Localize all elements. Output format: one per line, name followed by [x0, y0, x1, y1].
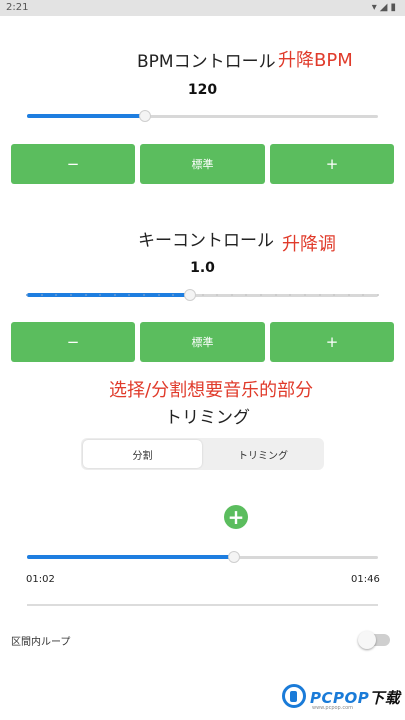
key-value: 1.0: [190, 260, 215, 276]
add-marker-button[interactable]: +: [224, 505, 248, 529]
bpm-slider-thumb[interactable]: [139, 110, 151, 122]
key-plus-button[interactable]: +: [270, 322, 394, 362]
key-slider-tick: [70, 294, 72, 296]
key-minus-button[interactable]: −: [11, 322, 135, 362]
key-slider-tick: [245, 294, 247, 296]
pcpop-watermark: PCPOP下载 www.pcpop.com: [280, 684, 405, 714]
signal-icon: ◢: [379, 2, 391, 13]
bpm-standard-button[interactable]: 標準: [140, 144, 265, 184]
position-slider[interactable]: [27, 550, 378, 564]
bpm-slider-fill: [27, 114, 145, 118]
key-slider-tick: [319, 294, 321, 296]
tab-trimming[interactable]: トリミング: [204, 440, 322, 468]
position-slider-fill: [27, 555, 234, 559]
key-slider-tick: [348, 294, 350, 296]
status-time: 2:21: [6, 2, 29, 13]
trim-annotation: 选择/分割想要音乐的部分: [109, 380, 314, 401]
key-slider-tick: [304, 294, 306, 296]
key-slider-tick: [275, 294, 277, 296]
key-slider[interactable]: [26, 288, 379, 302]
key-slider-tick: [362, 294, 364, 296]
key-slider-tick: [172, 294, 174, 296]
bpm-minus-button[interactable]: −: [11, 144, 135, 184]
bpm-title: BPMコントロール: [137, 52, 276, 72]
key-slider-tick: [114, 294, 116, 296]
key-slider-fill: [27, 293, 190, 297]
total-time: 01:46: [351, 574, 380, 585]
battery-icon: ▮: [390, 2, 399, 13]
bpm-slider[interactable]: [27, 109, 378, 123]
wifi-icon: ▾: [371, 2, 380, 13]
key-title: キーコントロール: [138, 231, 274, 251]
bpm-button-row: − 標準 +: [11, 144, 394, 184]
key-slider-tick: [26, 294, 28, 296]
current-time: 01:02: [26, 574, 55, 585]
key-slider-tick: [333, 294, 335, 296]
mode-toggle-group: 分割 トリミング: [81, 438, 324, 470]
key-slider-tick: [377, 294, 379, 296]
key-slider-thumb[interactable]: [184, 289, 196, 301]
status-bar: 2:21 ▾◢▮: [0, 0, 405, 16]
key-slider-tick: [55, 294, 57, 296]
key-slider-tick: [260, 294, 262, 296]
key-slider-tick: [143, 294, 145, 296]
divider: [27, 604, 378, 606]
bpm-value: 120: [187, 82, 218, 98]
loop-toggle-knob: [358, 631, 376, 649]
key-slider-tick: [289, 294, 291, 296]
key-slider-tick: [231, 294, 233, 296]
key-standard-button[interactable]: 標準: [140, 322, 265, 362]
tab-split[interactable]: 分割: [83, 440, 202, 468]
key-annotation: 升降调: [282, 234, 336, 255]
key-slider-tick: [128, 294, 130, 296]
position-slider-thumb[interactable]: [228, 551, 240, 563]
watermark-suffix: 下载: [369, 689, 401, 707]
loop-label: 区間内ループ: [11, 637, 71, 648]
key-slider-tick: [41, 294, 43, 296]
trim-title: トリミング: [165, 408, 250, 428]
loop-toggle[interactable]: [358, 630, 392, 650]
key-slider-tick: [202, 294, 204, 296]
key-slider-tick: [158, 294, 160, 296]
bpm-annotation: 升降BPM: [278, 50, 353, 71]
status-icons: ▾◢▮: [372, 2, 399, 13]
key-slider-tick: [99, 294, 101, 296]
key-slider-tick: [85, 294, 87, 296]
pcpop-logo-icon: [282, 684, 306, 708]
key-button-row: − 標準 +: [11, 322, 394, 362]
plus-icon: +: [227, 505, 245, 529]
watermark-sub: www.pcpop.com: [312, 705, 353, 711]
key-slider-tick: [216, 294, 218, 296]
bpm-plus-button[interactable]: +: [270, 144, 394, 184]
